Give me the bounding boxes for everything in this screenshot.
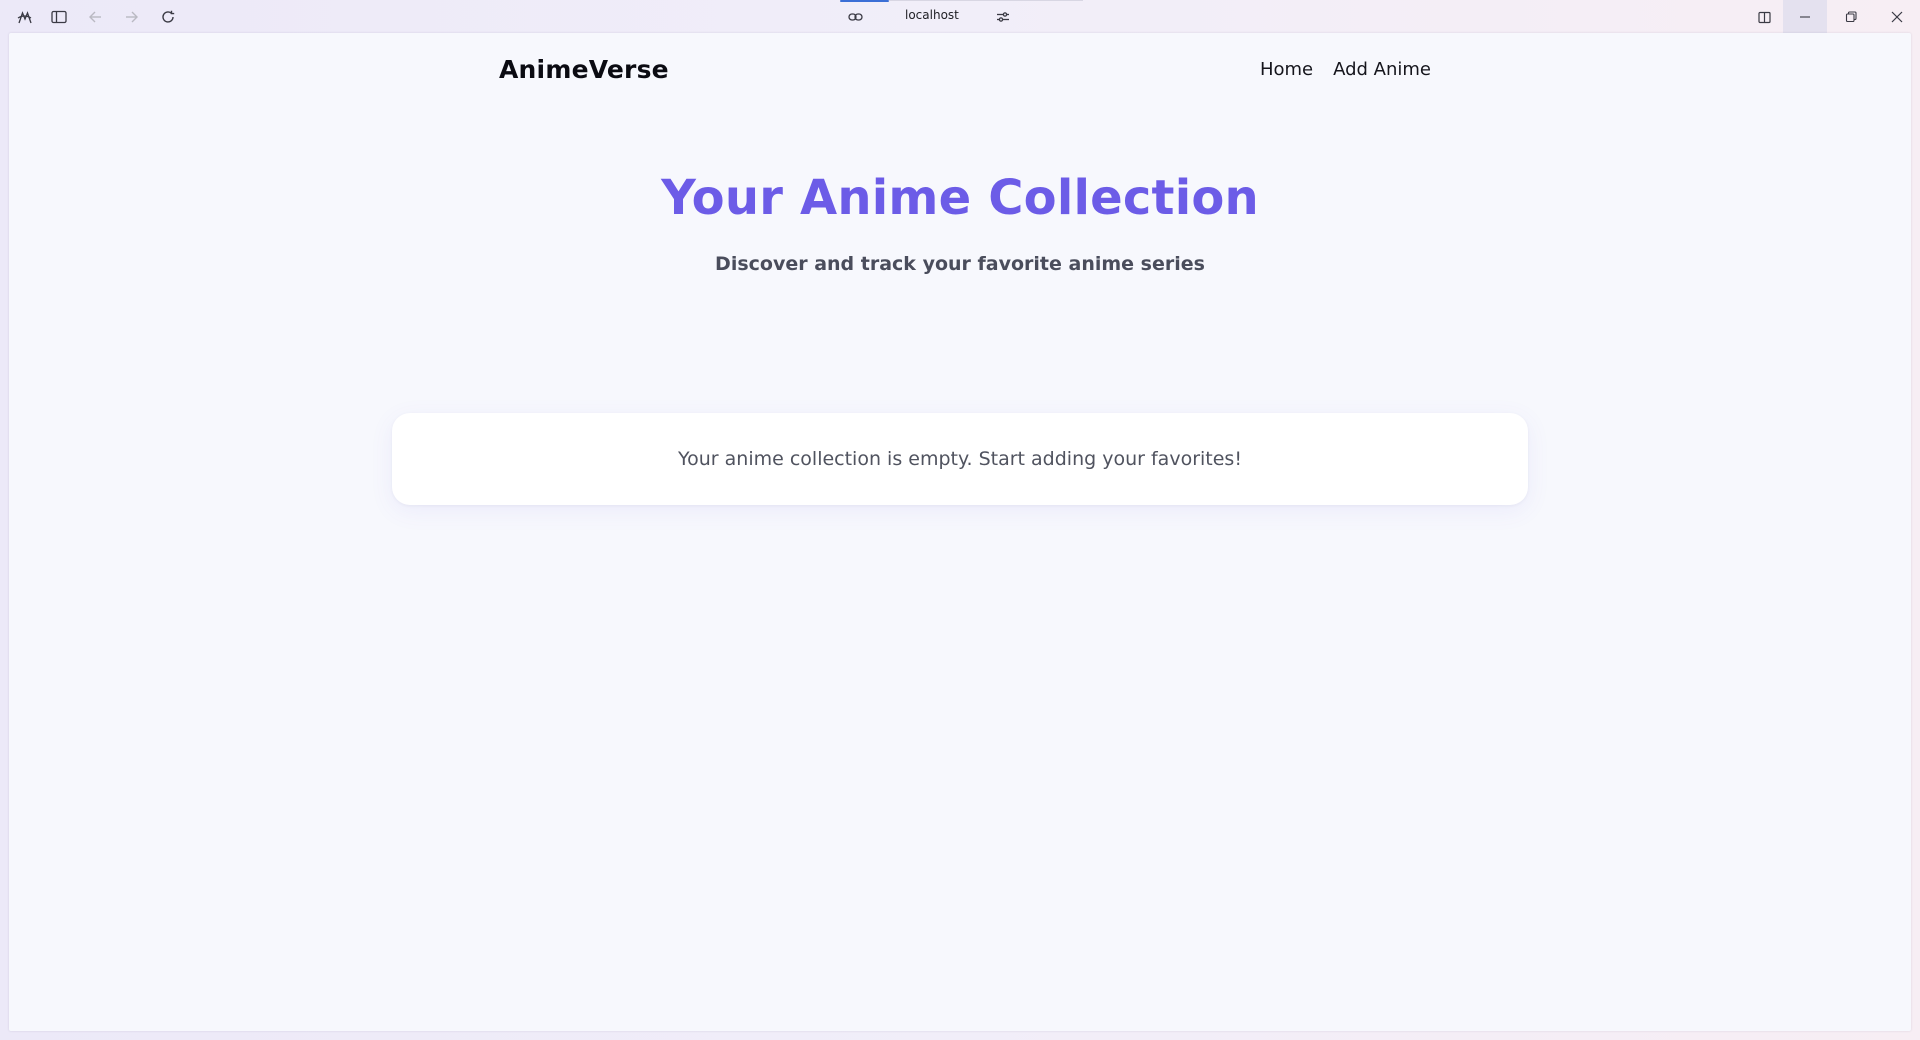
- nav-link-home[interactable]: Home: [1260, 59, 1313, 80]
- split-view-icon[interactable]: [1752, 5, 1776, 29]
- address-bar-progress: [840, 0, 889, 2]
- restore-icon[interactable]: [1839, 5, 1863, 29]
- address-bar-url[interactable]: localhost: [905, 8, 959, 22]
- page-title: Your Anime Collection: [661, 170, 1259, 226]
- site-navbar: AnimeVerse Home Add Anime: [9, 33, 1911, 113]
- close-icon[interactable]: [1885, 5, 1909, 29]
- empty-state-message: Your anime collection is empty. Start ad…: [678, 448, 1242, 470]
- sliders-icon[interactable]: [991, 5, 1015, 29]
- sidebar-toggle-icon[interactable]: [47, 5, 71, 29]
- empty-state-card: Your anime collection is empty. Start ad…: [392, 413, 1528, 505]
- browser-toolbar: localhost: [0, 0, 1920, 33]
- arrow-left-icon[interactable]: [83, 5, 107, 29]
- reload-icon[interactable]: [156, 5, 180, 29]
- link-icon[interactable]: [843, 5, 867, 29]
- arrow-right-icon[interactable]: [120, 5, 144, 29]
- nav-link-add-anime[interactable]: Add Anime: [1333, 59, 1431, 80]
- brand-logo[interactable]: AnimeVerse: [499, 55, 669, 84]
- address-bar-divider: [889, 0, 1083, 1]
- copilot-icon[interactable]: [12, 5, 36, 29]
- page-subtitle: Discover and track your favorite anime s…: [715, 253, 1205, 275]
- page-viewport: AnimeVerse Home Add Anime Your Anime Col…: [9, 33, 1911, 1031]
- minimize-icon[interactable]: [1793, 5, 1817, 29]
- nav-links: Home Add Anime: [1260, 59, 1431, 80]
